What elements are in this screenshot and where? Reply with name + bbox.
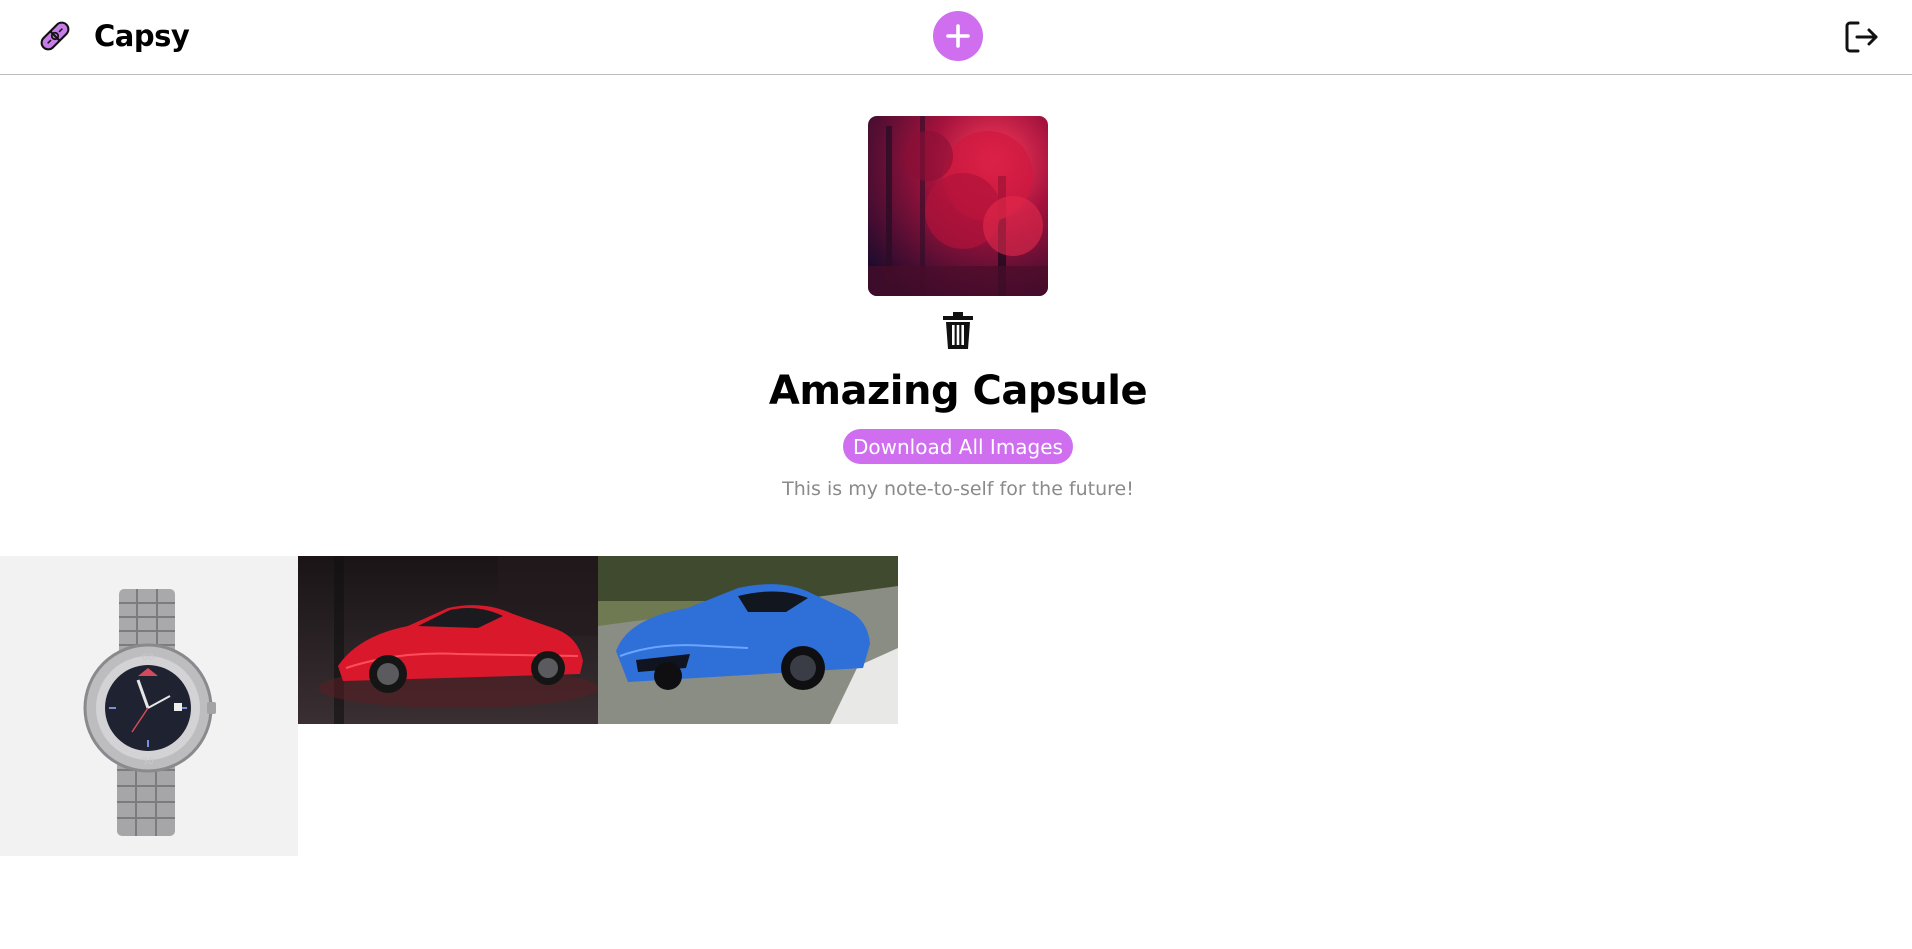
cover-art	[868, 116, 1048, 296]
gallery-image[interactable]: 60 30	[0, 556, 298, 856]
gallery-image[interactable]	[298, 556, 598, 724]
gallery-image[interactable]	[598, 556, 898, 724]
watch-photo: 60 30	[0, 556, 298, 856]
add-capsule-button[interactable]	[933, 11, 983, 61]
top-navbar: Capsy	[0, 0, 1912, 75]
svg-text:60: 60	[142, 653, 154, 663]
plus-icon	[946, 24, 970, 48]
trash-icon	[943, 312, 973, 349]
logout-icon	[1845, 21, 1878, 53]
capsule-note: This is my note-to-self for the future!	[782, 478, 1134, 500]
logout-button[interactable]	[1844, 19, 1880, 55]
red-car-photo	[298, 556, 598, 724]
capsule-cover-image[interactable]	[868, 116, 1048, 296]
svg-text:30: 30	[142, 757, 154, 767]
delete-capsule-button[interactable]	[942, 311, 974, 351]
blue-car-photo	[598, 556, 898, 724]
capsule-title: Amazing Capsule	[768, 368, 1148, 414]
brand[interactable]: Capsy	[36, 17, 190, 55]
capsule-pill-icon	[40, 21, 70, 51]
app-name: Capsy	[94, 19, 190, 53]
download-all-button[interactable]: Download All Images	[843, 429, 1073, 464]
